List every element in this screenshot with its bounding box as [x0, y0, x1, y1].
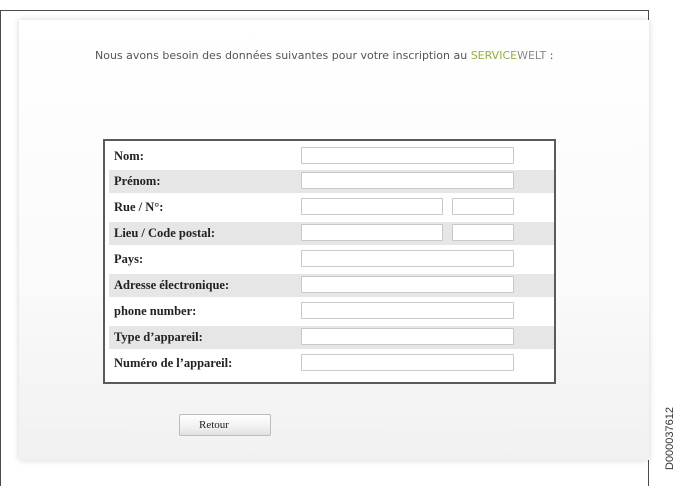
brand-welt: WELT: [517, 49, 547, 62]
row-nom: Nom:: [109, 145, 554, 168]
row-prenom: Prénom:: [109, 170, 554, 193]
numero-appareil-input[interactable]: [301, 354, 514, 371]
rue-input[interactable]: [301, 198, 443, 215]
row-pays: Pays:: [109, 248, 554, 271]
row-phone: phone number:: [109, 300, 554, 323]
document-id: D000037612: [664, 406, 676, 470]
label-email: Adresse électronique:: [114, 278, 230, 292]
lieu-input[interactable]: [301, 224, 443, 241]
type-appareil-input[interactable]: [301, 328, 514, 345]
intro-suffix: :: [546, 49, 554, 62]
label-type-appareil: Type d’appareil:: [114, 330, 203, 344]
label-lieu: Lieu / Code postal:: [114, 226, 216, 240]
numero-rue-input[interactable]: [452, 198, 514, 215]
label-phone: phone number:: [114, 304, 197, 318]
row-numero-appareil: Numéro de l’appareil:: [109, 352, 554, 375]
registration-form: Nom: Prénom: Rue / N°: Lieu / Code posta…: [103, 139, 556, 384]
code-postal-input[interactable]: [452, 224, 514, 241]
intro-text: Nous avons besoin des données suivantes …: [95, 49, 615, 63]
back-button[interactable]: Retour: [179, 414, 271, 436]
pays-input[interactable]: [301, 250, 514, 267]
row-rue: Rue / N°:: [109, 196, 554, 219]
label-rue: Rue / N°:: [114, 200, 164, 214]
brand-service: SERVICE: [470, 49, 518, 62]
row-email: Adresse électronique:: [109, 274, 554, 297]
intro-sentence: Nous avons besoin des données suivantes …: [95, 49, 471, 62]
email-input[interactable]: [301, 276, 514, 293]
label-nom: Nom:: [114, 149, 144, 163]
row-lieu: Lieu / Code postal:: [109, 222, 554, 245]
prenom-input[interactable]: [301, 172, 514, 189]
phone-input[interactable]: [301, 302, 514, 319]
label-prenom: Prénom:: [114, 174, 161, 188]
label-pays: Pays:: [114, 252, 144, 266]
label-numero-appareil: Numéro de l’appareil:: [114, 356, 233, 370]
nom-input[interactable]: [301, 147, 514, 164]
row-type-appareil: Type d’appareil:: [109, 326, 554, 349]
